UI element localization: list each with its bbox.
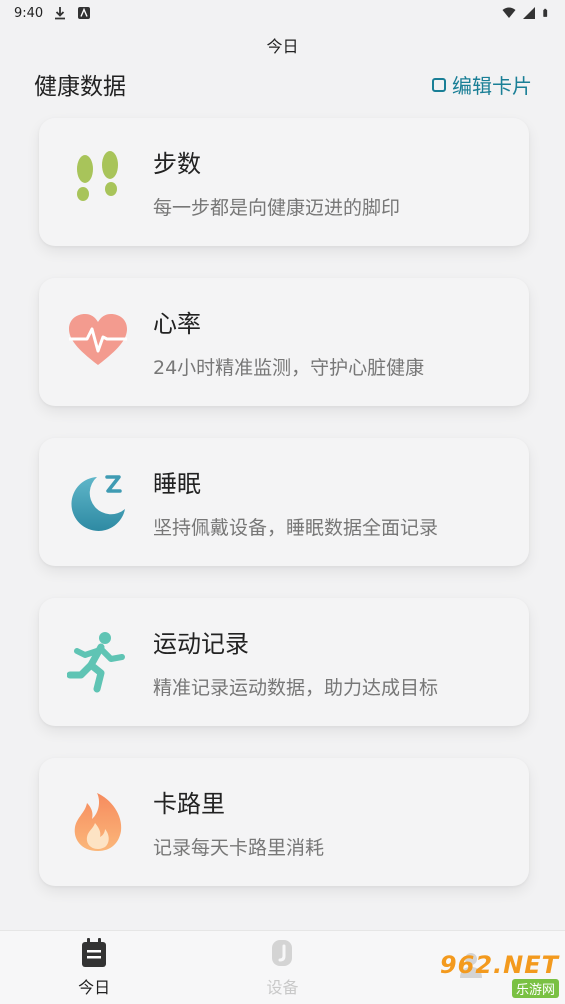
card-sleep[interactable]: 睡眠 坚持佩戴设备，睡眠数据全面记录 — [39, 438, 529, 566]
status-right — [502, 6, 551, 20]
download-icon — [55, 7, 66, 20]
moon-sleep-icon — [67, 471, 129, 533]
flame-icon — [67, 791, 129, 853]
card-title: 心率 — [153, 310, 201, 338]
card-title: 运动记录 — [153, 630, 249, 658]
signal-icon — [523, 7, 535, 19]
edit-cards-button[interactable]: 编辑卡片 — [432, 70, 532, 99]
running-person-icon — [67, 631, 129, 693]
section-title: 健康数据 — [34, 74, 126, 100]
card-exercise-text: 运动记录 精准记录运动数据，助力达成目标 — [153, 624, 438, 700]
nav-label: 设备 — [266, 977, 299, 997]
card-description: 每一步都是向健康迈进的脚印 — [153, 197, 401, 219]
nav-device[interactable]: 设备 — [207, 938, 357, 998]
watermark-subtitle: 乐游网 — [511, 978, 559, 998]
card-calories-text: 卡路里 记录每天卡路里消耗 — [153, 784, 324, 860]
nav-label: 今日 — [78, 977, 111, 997]
card-description: 精准记录运动数据，助力达成目标 — [153, 677, 439, 699]
app-notification-icon — [78, 7, 91, 19]
edit-cards-label: 编辑卡片 — [452, 73, 532, 98]
site-watermark-logo: 962.NET 乐游网 — [425, 950, 559, 998]
card-description: 记录每天卡路里消耗 — [153, 837, 325, 859]
edit-card-icon — [432, 78, 446, 92]
card-steps[interactable]: 步数 每一步都是向健康迈进的脚印 — [39, 118, 529, 246]
card-title: 步数 — [153, 150, 201, 178]
heart-rate-icon — [67, 311, 129, 373]
card-title: 卡路里 — [153, 790, 225, 818]
card-sleep-text: 睡眠 坚持佩戴设备，睡眠数据全面记录 — [153, 464, 438, 540]
card-description: 24小时精准监测，守护心脏健康 — [153, 357, 425, 379]
card-calories[interactable]: 卡路里 记录每天卡路里消耗 — [39, 758, 529, 886]
card-exercise-record[interactable]: 运动记录 精准记录运动数据，助力达成目标 — [39, 598, 529, 726]
watch-device-icon — [272, 939, 293, 966]
status-time: 9:40 — [14, 5, 44, 21]
page-title: 今日 — [266, 37, 299, 56]
footprints-icon — [67, 151, 129, 213]
section-header: 健康数据 编辑卡片 — [34, 66, 532, 102]
card-steps-text: 步数 每一步都是向健康迈进的脚印 — [153, 144, 400, 220]
card-heart-rate-text: 心率 24小时精准监测，守护心脏健康 — [153, 304, 424, 380]
card-heart-rate[interactable]: 心率 24小时精准监测，守护心脏健康 — [39, 278, 529, 406]
card-title: 睡眠 — [153, 470, 201, 498]
status-left: 9:40 — [14, 6, 91, 21]
battery-icon — [543, 8, 548, 17]
calendar-icon — [82, 937, 107, 967]
nav-today[interactable]: 今日 — [19, 937, 169, 998]
status-bar: 9:40 — [0, 0, 565, 26]
watermark-brand: 962.NET — [439, 950, 559, 979]
card-description: 坚持佩戴设备，睡眠数据全面记录 — [153, 517, 439, 539]
wifi-icon — [502, 7, 516, 18]
